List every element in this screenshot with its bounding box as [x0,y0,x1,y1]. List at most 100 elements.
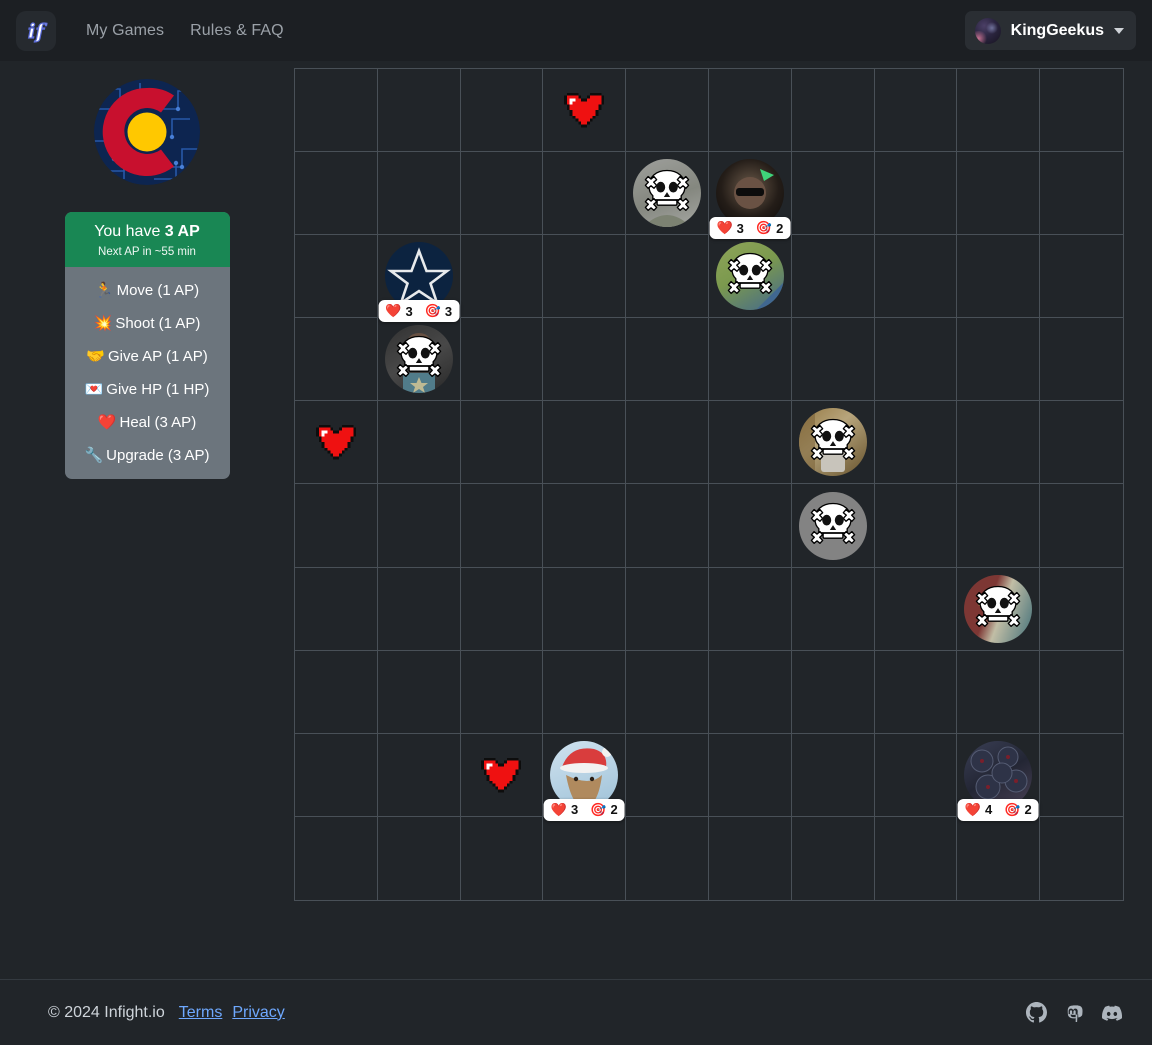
player-token-dead[interactable] [633,159,702,228]
board-cell[interactable] [874,567,958,651]
board-cell[interactable] [461,816,544,900]
board-cell[interactable] [543,567,627,651]
board-cell[interactable] [709,318,792,402]
board-cell[interactable] [295,152,378,236]
board-cell[interactable] [709,733,792,817]
board-cell[interactable] [460,401,544,485]
board-cell[interactable] [377,69,461,153]
board-cell[interactable] [1040,734,1123,817]
heart-pickup[interactable] [550,76,618,144]
board-cell[interactable] [875,816,958,900]
action-give-hp[interactable]: 💌 Give HP (1 HP) [65,372,230,405]
board-cell[interactable] [543,152,627,236]
board-cell[interactable] [626,816,709,900]
board-cell[interactable] [295,69,378,153]
board-cell[interactable] [957,567,1041,651]
github-icon[interactable] [1026,1002,1047,1023]
footer-link-terms[interactable]: Terms [179,1004,223,1022]
board-cell[interactable] [1040,152,1123,236]
board-cell[interactable] [874,650,958,734]
board-cell[interactable] [957,69,1041,153]
nav-link-my-games[interactable]: My Games [86,22,164,40]
board-cell[interactable] [377,733,461,817]
player-token-dead[interactable] [798,408,867,477]
board-cell[interactable] [460,152,544,236]
mastodon-icon[interactable] [1065,1003,1084,1022]
action-upgrade[interactable]: 🔧 Upgrade (3 AP) [65,438,230,471]
board-cell[interactable] [460,484,544,568]
board-cell[interactable] [377,567,461,651]
board-cell[interactable] [626,484,709,568]
board-cell[interactable] [874,484,958,568]
board-cell[interactable] [791,733,875,817]
board-cell[interactable] [626,567,709,651]
board-cell[interactable] [791,235,875,319]
board-cell[interactable] [709,484,792,568]
board-cell[interactable] [1040,817,1123,900]
action-shoot[interactable]: 💥 Shoot (1 AP) [65,306,230,339]
board-cell[interactable] [709,567,792,651]
board-cell[interactable] [791,484,875,568]
board-cell[interactable] [295,318,378,402]
board-cell[interactable] [626,650,709,734]
board-cell[interactable] [957,484,1041,568]
board-cell[interactable] [957,401,1041,485]
board-cell[interactable] [874,69,958,153]
board-cell[interactable] [377,152,461,236]
board-cell[interactable] [626,401,709,485]
player-token[interactable]: ❤️ 3 🎯 3 [378,242,460,323]
footer-link-privacy[interactable]: Privacy [232,1004,284,1022]
board-cell[interactable] [295,235,378,319]
board-cell[interactable] [460,650,544,734]
board-cell[interactable] [957,816,1041,900]
player-token[interactable]: ❤️ 4 🎯 2 [957,740,1039,821]
board-cell[interactable]: ❤️ 4 🎯 2 [957,733,1041,821]
board-cell[interactable] [791,650,875,734]
board-cell[interactable] [543,484,627,568]
player-token[interactable]: ❤️ 3 🎯 2 [709,159,791,240]
discord-icon[interactable] [1102,1003,1122,1023]
board-cell[interactable] [626,69,709,153]
board-cell[interactable] [792,816,875,900]
board-cell[interactable] [626,318,709,402]
user-menu-button[interactable]: KingGeekus [964,11,1136,50]
board-cell[interactable] [543,650,627,734]
board-cell[interactable] [709,401,792,485]
board-cell[interactable] [295,567,378,651]
board-cell[interactable] [709,235,792,319]
board-cell[interactable] [1040,235,1123,319]
board-cell[interactable] [957,650,1041,734]
board-cell[interactable] [377,650,461,734]
board-cell[interactable] [957,152,1041,236]
board-cell[interactable] [791,401,875,485]
board-cell[interactable] [709,69,792,153]
board-cell[interactable] [295,816,378,900]
board-cell[interactable] [874,235,958,319]
board-cell[interactable] [874,401,958,485]
board-cell[interactable]: ❤️ 3 🎯 3 [377,235,461,323]
board-cell[interactable] [874,152,958,236]
board-cell[interactable] [295,650,378,734]
player-token[interactable]: ❤️ 3 🎯 2 [543,740,625,821]
board-cell[interactable] [1040,568,1123,651]
board-cell[interactable] [709,650,792,734]
action-move[interactable]: 🏃 Move (1 AP) [65,273,230,306]
board-cell[interactable] [1040,401,1123,485]
board-cell[interactable] [1040,318,1123,402]
nav-link-rules-faq[interactable]: Rules & FAQ [190,22,284,40]
heart-pickup[interactable] [467,741,535,809]
board-cell[interactable] [791,69,875,153]
board-cell[interactable]: ❤️ 3 🎯 2 [543,733,627,821]
board-cell[interactable] [377,401,461,485]
board-cell[interactable] [543,318,627,402]
board-cell[interactable] [295,733,378,817]
board-cell[interactable] [957,235,1041,319]
board-cell[interactable] [791,152,875,236]
board-cell[interactable] [1040,651,1123,734]
player-token-dead[interactable] [964,574,1033,643]
board-cell[interactable] [460,235,544,319]
board-cell[interactable] [709,816,792,900]
board-cell[interactable] [460,69,544,153]
board-cell[interactable] [791,318,875,402]
board-cell[interactable] [791,567,875,651]
